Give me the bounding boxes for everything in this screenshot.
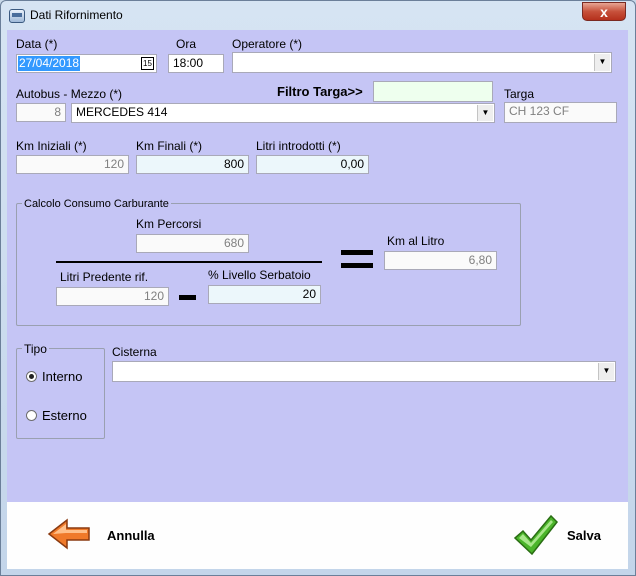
filtro-targa-label: Filtro Targa>> xyxy=(277,84,363,99)
km-finali-label: Km Finali (*) xyxy=(136,139,203,153)
livello-serbatoio-label: % Livello Serbatoio xyxy=(208,268,311,282)
tipo-group-title: Tipo xyxy=(22,342,49,356)
close-button[interactable]: x xyxy=(582,2,626,21)
equals-sign-bottom xyxy=(341,263,373,268)
form-area: Data (*) 27/04/2018 15 Ora 18:00 Operato… xyxy=(7,30,628,502)
mezzo-select[interactable]: MERCEDES 414 ▼ xyxy=(71,103,495,123)
km-finali-field[interactable]: 800 xyxy=(136,155,249,174)
close-icon: x xyxy=(600,4,608,20)
ora-field[interactable]: 18:00 xyxy=(168,54,224,73)
cisterna-label: Cisterna xyxy=(112,345,157,359)
footer-bar: Annulla Salva xyxy=(7,502,628,569)
targa-field[interactable]: CH 123 CF xyxy=(504,102,617,123)
ora-label: Ora xyxy=(176,37,197,51)
km-iniziali-label: Km Iniziali (*) xyxy=(16,139,87,153)
data-label: Data (*) xyxy=(16,37,58,51)
minus-sign xyxy=(179,295,196,300)
esterno-label: Esterno xyxy=(42,408,87,423)
chevron-down-icon[interactable]: ▼ xyxy=(598,363,614,380)
annulla-button[interactable]: Annulla xyxy=(47,518,167,554)
bus-icon xyxy=(9,9,25,23)
operatore-select[interactable]: ▼ xyxy=(232,52,612,73)
equals-sign-top xyxy=(341,250,373,255)
interno-label: Interno xyxy=(42,369,83,384)
chevron-down-icon[interactable]: ▼ xyxy=(594,54,610,71)
fraction-line xyxy=(56,261,322,263)
radio-interno[interactable] xyxy=(26,371,37,382)
autobus-number-field[interactable]: 8 xyxy=(16,103,66,122)
radio-esterno[interactable] xyxy=(26,410,37,421)
consumo-group-title: Calcolo Consumo Carburante xyxy=(22,198,171,210)
filtro-targa-input[interactable] xyxy=(373,81,493,102)
operatore-label: Operatore (*) xyxy=(232,37,303,51)
targa-label: Targa xyxy=(504,87,535,101)
data-value: 27/04/2018 xyxy=(18,56,81,71)
chevron-down-icon[interactable]: ▼ xyxy=(477,105,493,121)
livello-serbatoio-field[interactable]: 20 xyxy=(208,285,321,304)
cisterna-select[interactable]: ▼ xyxy=(112,361,616,382)
calendar-icon[interactable]: 15 xyxy=(141,57,154,70)
window-title: Dati Rifornimento xyxy=(30,8,123,22)
km-iniziali-field[interactable]: 120 xyxy=(16,155,129,174)
salva-button[interactable]: Salva xyxy=(513,512,613,558)
km-percorsi-label: Km Percorsi xyxy=(136,217,202,231)
annulla-label: Annulla xyxy=(107,528,155,543)
arrow-left-icon xyxy=(47,518,90,550)
salva-label: Salva xyxy=(567,528,601,543)
checkmark-icon xyxy=(513,514,558,556)
title-bar: Dati Rifornimento x xyxy=(1,1,635,31)
litri-introdotti-label: Litri introdotti (*) xyxy=(256,139,341,153)
litri-predente-label: Litri Predente rif. xyxy=(60,270,149,284)
litri-introdotti-field[interactable]: 0,00 xyxy=(256,155,369,174)
autobus-label: Autobus - Mezzo (*) xyxy=(16,87,123,101)
km-al-litro-label: Km al Litro xyxy=(387,234,445,248)
km-percorsi-field[interactable]: 680 xyxy=(136,234,249,253)
tipo-group xyxy=(16,348,105,439)
litri-predente-field[interactable]: 120 xyxy=(56,287,169,306)
km-al-litro-field[interactable]: 6,80 xyxy=(384,251,497,270)
data-field[interactable]: 27/04/2018 15 xyxy=(16,54,157,73)
mezzo-value: MERCEDES 414 xyxy=(76,105,168,119)
